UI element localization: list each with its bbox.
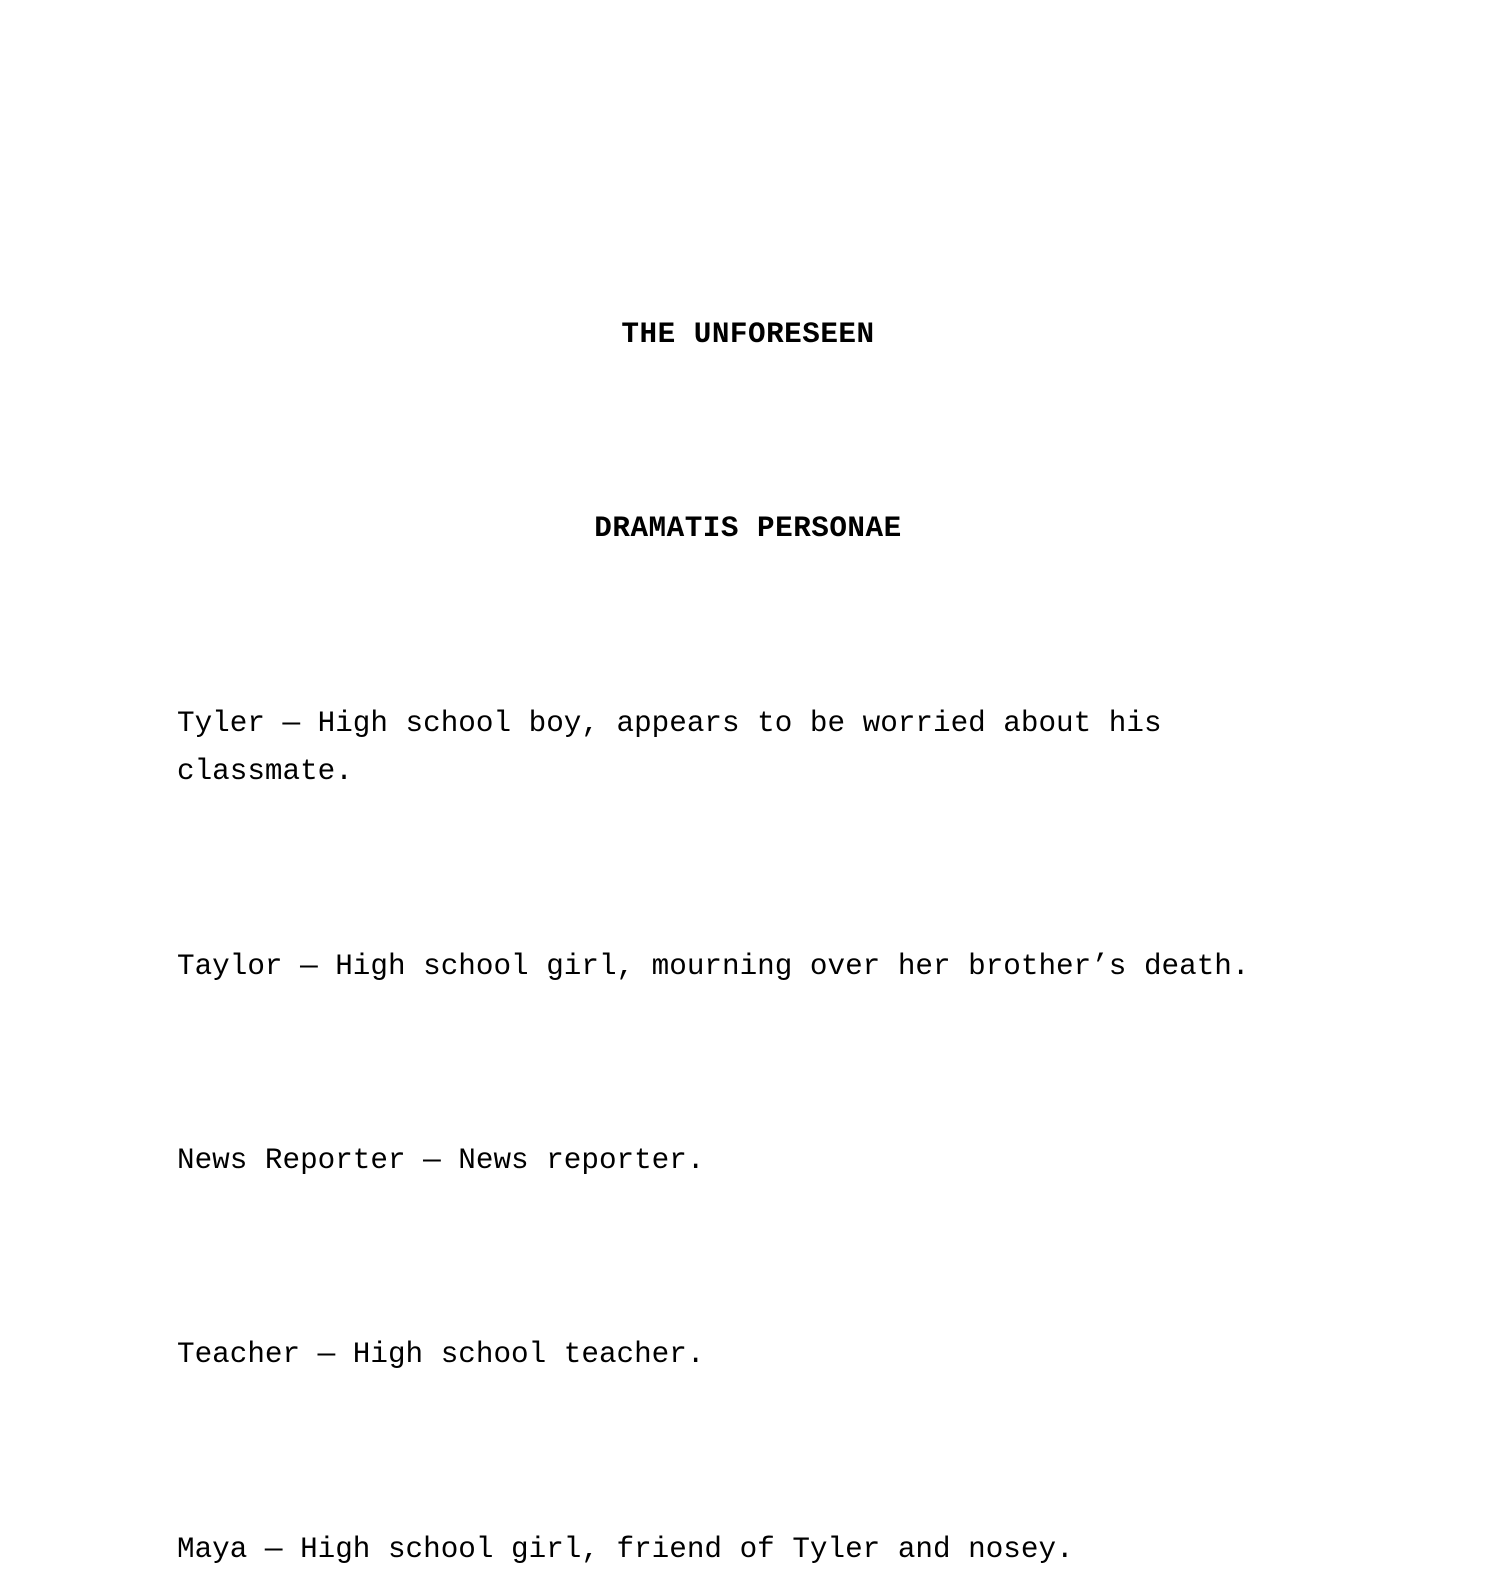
character-entry-teacher: Teacher — High school teacher.	[177, 1338, 705, 1372]
character-entry-taylor: Taylor — High school girl, mourning over…	[177, 949, 1250, 983]
character-entry-tyler: Tyler — High school boy, appears to be w…	[177, 706, 1180, 789]
character-entry-maya: Maya — High school girl, friend of Tyler…	[177, 1532, 1074, 1566]
screenplay-text-column: THE UNFORESEEN DRAMATIS PERSONAE Tyler —…	[177, 165, 1337, 1570]
character-entry-news-reporter: News Reporter — News reporter.	[177, 1143, 705, 1177]
screenplay-page: THE UNFORESEEN DRAMATIS PERSONAE Tyler —…	[0, 0, 1500, 1566]
dramatis-personae-heading: DRAMATIS PERSONAE	[594, 512, 902, 546]
script-title: THE UNFORESEEN	[621, 317, 875, 351]
